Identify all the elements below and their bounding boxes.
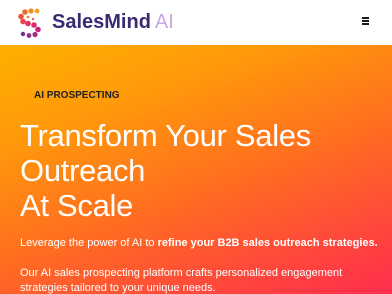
headline-line-3: At Scale <box>20 188 134 223</box>
headline-line-2: Outreach <box>20 153 146 188</box>
hero-lead: Leverage the power of AI to refine your … <box>20 236 380 250</box>
hero-eyebrow: AI PROSPECTING <box>34 90 120 101</box>
site-header: SalesMind AI <box>0 0 392 45</box>
brand-name: SalesMind <box>52 11 151 33</box>
hero-section: AI PROSPECTING Transform Your Sales Outr… <box>0 45 392 294</box>
hero-description: Our AI sales prospecting platform crafts… <box>20 267 343 294</box>
s-dots-logo-icon[interactable] <box>17 8 43 38</box>
hero-headline: Transform Your Sales Outreach At Scale <box>20 118 380 223</box>
lead-text: Leverage the power of AI to <box>20 237 158 249</box>
lead-highlight: refine your B2B sales outreach strategie… <box>157 237 378 249</box>
headline-line-1: Transform Your Sales <box>20 118 311 153</box>
brand-wordmark[interactable]: SalesMind AI <box>52 10 174 34</box>
hamburger-menu-icon[interactable] <box>361 17 371 27</box>
brand-ai-suffix: AI <box>154 11 174 33</box>
